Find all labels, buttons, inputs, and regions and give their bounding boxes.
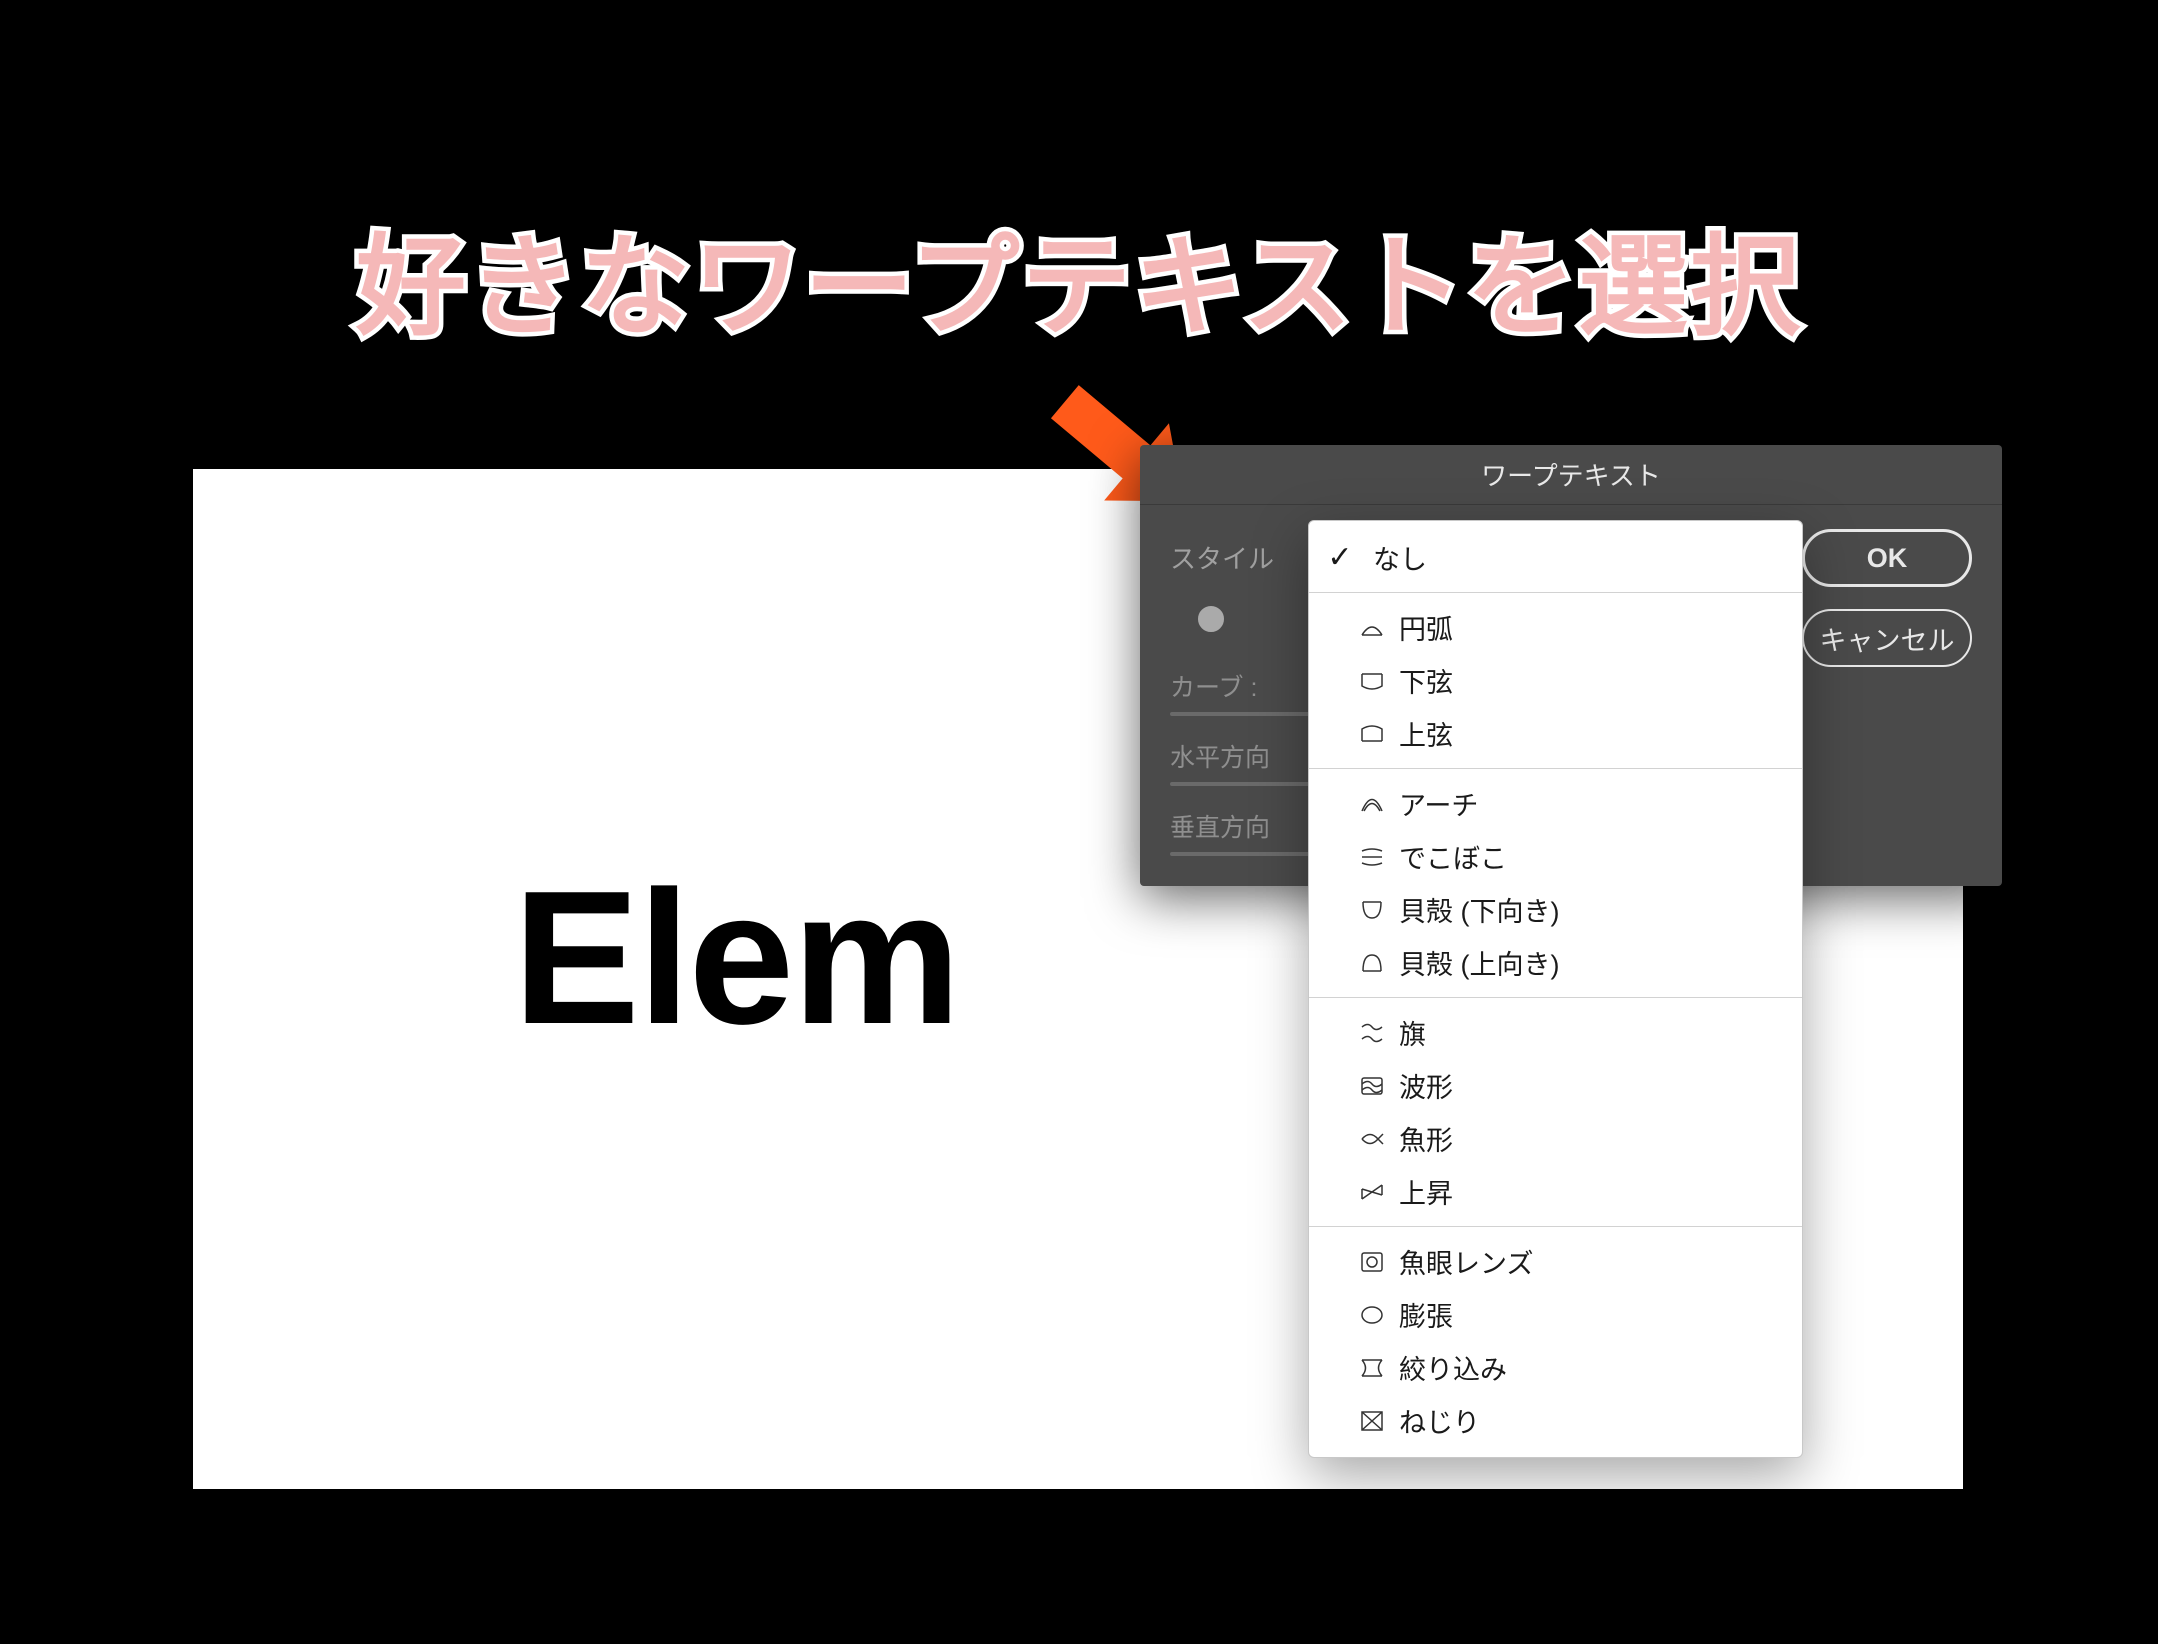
style-option[interactable]: 絞り込み (1309, 1341, 1802, 1394)
style-option[interactable]: 魚形 (1309, 1112, 1802, 1165)
style-option-label: でこぼこ (1399, 837, 1507, 876)
inflate-icon (1357, 1302, 1387, 1328)
style-option[interactable]: 貝殻 (上向き) (1309, 936, 1802, 989)
style-option[interactable]: 上昇 (1309, 1165, 1802, 1218)
ok-button[interactable]: OK (1802, 529, 1972, 587)
dropdown-separator (1309, 997, 1802, 998)
style-option-label: ねじり (1399, 1401, 1480, 1440)
style-dropdown[interactable]: ✓ なし円弧下弦上弦アーチでこぼこ貝殻 (下向き) 貝殻 (上向き) 旗波形魚形上昇魚… (1308, 520, 1803, 1458)
rise-icon (1357, 1179, 1387, 1205)
shell-lower-icon (1357, 897, 1387, 923)
style-option[interactable]: 旗 (1309, 1006, 1802, 1059)
style-option-label: 上昇 (1399, 1172, 1453, 1211)
style-option[interactable]: アーチ (1309, 777, 1802, 830)
style-option-label: 波形 (1399, 1066, 1453, 1105)
fish-icon (1357, 1126, 1387, 1152)
flag-icon (1357, 1020, 1387, 1046)
canvas-text: Elem (513, 849, 959, 1067)
dropdown-separator (1309, 768, 1802, 769)
style-option-label: 膨張 (1399, 1295, 1453, 1334)
arc-lower-icon (1357, 668, 1387, 694)
style-option-label: なし (1373, 538, 1427, 577)
radio-icon (1198, 606, 1224, 632)
style-option-label: 貝殻 (上向き) (1399, 943, 1559, 982)
style-option[interactable]: 波形 (1309, 1059, 1802, 1112)
fisheye-icon (1357, 1249, 1387, 1275)
style-option-label: 貝殻 (下向き) (1399, 890, 1559, 929)
bulge-icon (1357, 844, 1387, 870)
style-option-label: アーチ (1399, 784, 1478, 823)
style-option-label: 魚眼レンズ (1399, 1242, 1533, 1281)
style-option[interactable]: ✓ なし (1309, 531, 1802, 584)
dropdown-separator (1309, 1226, 1802, 1227)
twist-icon (1357, 1408, 1387, 1434)
check-icon: ✓ (1323, 540, 1357, 575)
style-option-label: 上弦 (1399, 714, 1453, 753)
squeeze-icon (1357, 1355, 1387, 1381)
wave-icon (1357, 1073, 1387, 1099)
style-option[interactable]: ねじり (1309, 1394, 1802, 1447)
style-option[interactable]: 円弧 (1309, 601, 1802, 654)
style-option-label: 魚形 (1399, 1119, 1453, 1158)
style-option-label: 旗 (1399, 1013, 1426, 1052)
style-option-label: 円弧 (1399, 608, 1453, 647)
style-option[interactable]: でこぼこ (1309, 830, 1802, 883)
arc-upper-icon (1357, 721, 1387, 747)
dropdown-separator (1309, 592, 1802, 593)
arc-icon (1357, 615, 1387, 641)
style-option-label: 絞り込み (1399, 1348, 1507, 1387)
style-option[interactable]: 下弦 (1309, 654, 1802, 707)
style-label: スタイル (1170, 539, 1274, 576)
style-option[interactable]: 魚眼レンズ (1309, 1235, 1802, 1288)
style-option[interactable]: 上弦 (1309, 707, 1802, 760)
style-option[interactable]: 膨張 (1309, 1288, 1802, 1341)
shell-upper-icon (1357, 950, 1387, 976)
cancel-button[interactable]: キャンセル (1802, 609, 1972, 667)
style-option-label: 下弦 (1399, 661, 1453, 700)
style-option[interactable]: 貝殻 (下向き) (1309, 883, 1802, 936)
dialog-title: ワープテキスト (1140, 445, 2002, 505)
arch-icon (1357, 791, 1387, 817)
